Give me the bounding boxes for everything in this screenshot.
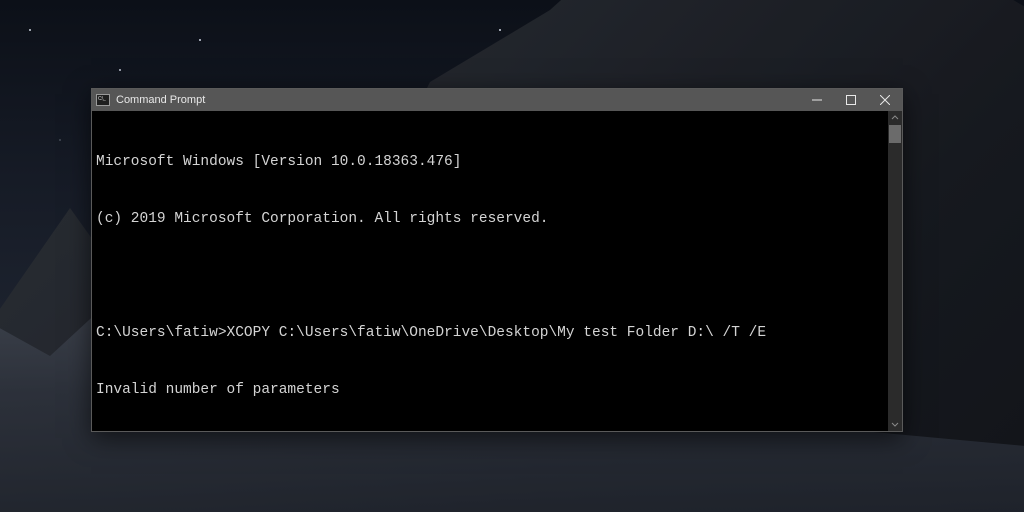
minimize-button[interactable] bbox=[800, 89, 834, 111]
titlebar[interactable]: Command Prompt bbox=[92, 89, 902, 111]
command-text: XCOPY C:\Users\fatiw\OneDrive\Desktop\My… bbox=[227, 325, 767, 341]
scrollbar-track[interactable] bbox=[888, 125, 902, 417]
scrollbar-thumb[interactable] bbox=[889, 125, 901, 143]
command-line-1: C:\Users\fatiw>XCOPY C:\Users\fatiw\OneD… bbox=[96, 324, 896, 343]
maximize-button[interactable] bbox=[834, 89, 868, 111]
blank-line bbox=[96, 267, 896, 286]
scroll-down-button[interactable] bbox=[888, 417, 902, 431]
terminal-output[interactable]: Microsoft Windows [Version 10.0.18363.47… bbox=[92, 111, 902, 431]
version-line: Microsoft Windows [Version 10.0.18363.47… bbox=[96, 153, 896, 172]
cmd-icon bbox=[96, 94, 110, 106]
scroll-up-button[interactable] bbox=[888, 111, 902, 125]
close-button[interactable] bbox=[868, 89, 902, 111]
copyright-line: (c) 2019 Microsoft Corporation. All righ… bbox=[96, 210, 896, 229]
window-title: Command Prompt bbox=[116, 94, 205, 106]
command-prompt-window: Command Prompt Microsoft Windows [Versio… bbox=[91, 88, 903, 432]
prompt-text: C:\Users\fatiw> bbox=[96, 325, 227, 341]
vertical-scrollbar[interactable] bbox=[888, 111, 902, 431]
error-line: Invalid number of parameters bbox=[96, 381, 896, 400]
